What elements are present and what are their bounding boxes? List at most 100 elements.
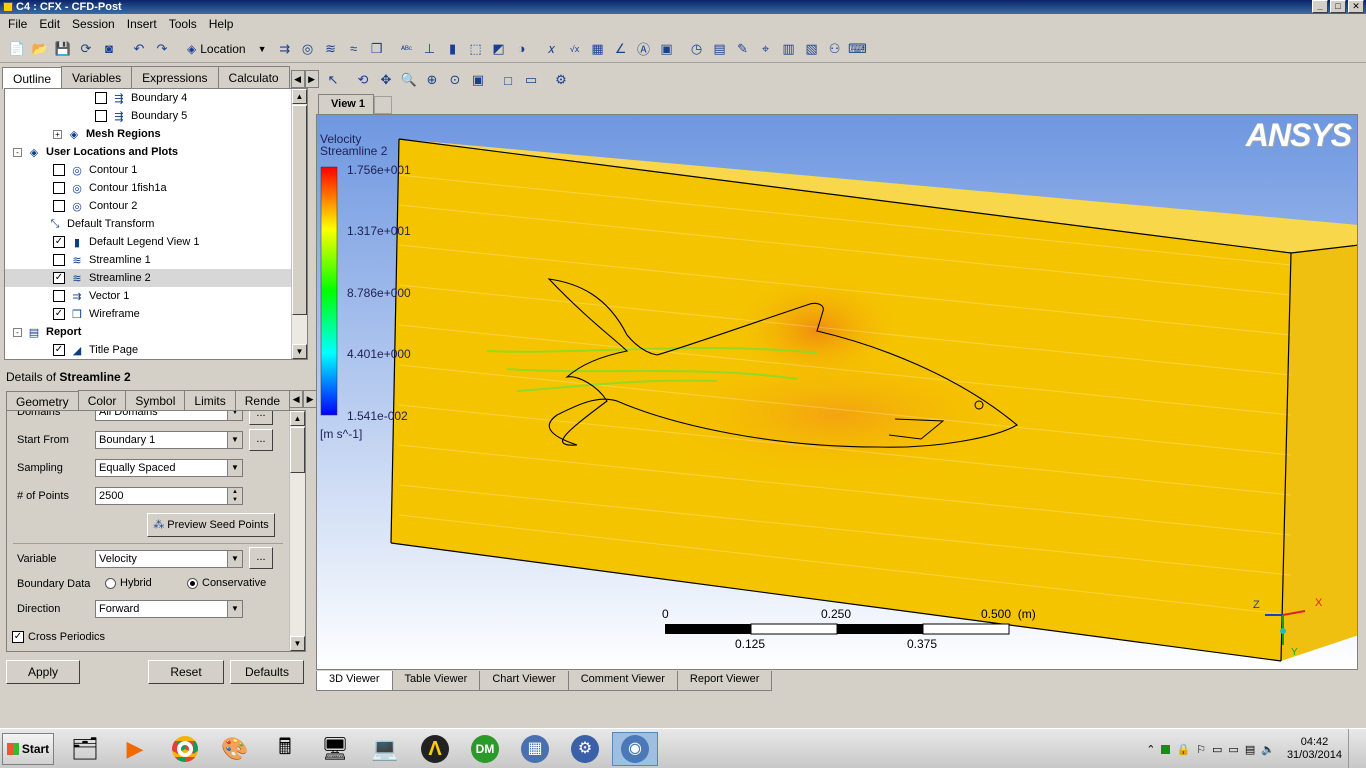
instance-transform-icon[interactable]: ⬚ [465, 38, 487, 60]
checkbox-icon[interactable] [53, 200, 65, 212]
taskbar-designmodeler[interactable]: DM [462, 732, 508, 766]
tree-item-mesh-regions[interactable]: + ◈ Mesh Regions [5, 125, 292, 143]
reset-button[interactable]: Reset [148, 660, 224, 684]
color-map-icon[interactable]: ◑ [511, 38, 533, 60]
timestep-icon[interactable]: ◷ [686, 38, 708, 60]
display-icon[interactable]: ▭ [1228, 743, 1238, 756]
taskbar-remote-desktop[interactable]: 🖥 [312, 732, 358, 766]
tree-item-default-transform[interactable]: ⤡ Default Transform [5, 215, 292, 233]
tab-comment-viewer[interactable]: Comment Viewer [567, 671, 678, 691]
3d-viewport[interactable]: Velocity Streamline 2 1.756e+001 1.317e+… [316, 114, 1358, 670]
clip-plane-icon[interactable]: ◩ [488, 38, 510, 60]
domains-dropdown[interactable]: All Domains ▼ [95, 411, 243, 421]
taskbar-network[interactable]: 💻 [362, 732, 408, 766]
cross-periodics-checkbox[interactable]: ✓ Cross Periodics [12, 631, 105, 643]
show-desktop-button[interactable] [1348, 729, 1358, 768]
mesh-calculator-icon[interactable]: ⚇ [824, 38, 846, 60]
menu-help[interactable]: Help [203, 17, 240, 31]
expand-icon[interactable]: + [53, 129, 62, 139]
tree-item-boundary-5[interactable]: ⇶ Boundary 5 [5, 107, 292, 125]
checkbox-checked-icon[interactable]: ✓ [53, 272, 65, 284]
tree-item-user-locations-and-plots[interactable]: - ◈ User Locations and Plots [5, 143, 292, 161]
variable-dropdown[interactable]: Velocity ▼ [95, 550, 243, 568]
pan-icon[interactable]: ✥ [375, 69, 397, 91]
legend-tool-icon[interactable]: ▮ [442, 38, 464, 60]
taskbar-calculator[interactable]: 🖩 [262, 732, 308, 766]
comment-icon[interactable]: Ⓐ [633, 38, 655, 60]
sampling-dropdown[interactable]: Equally Spaced ▼ [95, 459, 243, 477]
domains-more-button[interactable]: ... [249, 411, 273, 425]
start-from-more-button[interactable]: ... [249, 429, 273, 451]
tree-item-streamline-1[interactable]: ≋ Streamline 1 [5, 251, 292, 269]
security-icon[interactable]: 🔒 [1176, 743, 1190, 756]
details-tab-right-icon[interactable]: ▶ [303, 390, 318, 408]
show-hidden-icons[interactable]: ⌃ [1146, 743, 1155, 756]
menu-file[interactable]: File [2, 17, 33, 31]
start-from-dropdown[interactable]: Boundary 1 ▼ [95, 431, 243, 449]
command-editor-icon[interactable]: ⌨ [847, 38, 869, 60]
menu-insert[interactable]: Insert [121, 17, 163, 31]
particle-track-icon[interactable]: ≈ [343, 38, 365, 60]
contour-tool-icon[interactable]: ◎ [297, 38, 319, 60]
maximize-button[interactable]: □ [1330, 0, 1346, 13]
taskbar-media-player[interactable]: ▶ [112, 732, 158, 766]
taskbar-cfx-solver[interactable]: ⚙ [562, 732, 608, 766]
checkbox-icon[interactable] [53, 254, 65, 266]
tree-item-vector-1[interactable]: ⇉ Vector 1 [5, 287, 292, 305]
details-scrollbar[interactable]: ▲ ▼ [289, 411, 305, 651]
taskbar-cfd-post[interactable]: ◉ [612, 732, 658, 766]
tree-item-wireframe[interactable]: ✓ ❒ Wireframe [5, 305, 292, 323]
viewport-layout-icon[interactable]: □ [497, 69, 519, 91]
probe-icon[interactable]: ⌖ [755, 38, 777, 60]
tree-item-streamline-2[interactable]: ✓ ≋ Streamline 2 [5, 269, 292, 287]
location-dropdown[interactable]: ◈ Location ▼ [181, 38, 273, 60]
undo-icon[interactable]: ↶ [128, 38, 150, 60]
close-button[interactable]: ✕ [1348, 0, 1364, 13]
tab-view-1[interactable]: View 1 [318, 94, 374, 114]
tab-3d-viewer[interactable]: 3D Viewer [316, 671, 393, 691]
save-icon[interactable]: 💾 [52, 38, 74, 60]
new-icon[interactable]: 📄 [6, 38, 28, 60]
tree-item-report[interactable]: - ▤ Report [5, 323, 292, 341]
zoom-fit-icon[interactable]: ⊙ [444, 69, 466, 91]
defaults-button[interactable]: Defaults [230, 660, 304, 684]
taskbar-ansys-workbench[interactable]: Λ [412, 732, 458, 766]
tab-color[interactable]: Color [77, 390, 127, 410]
tab-table-viewer[interactable]: Table Viewer [391, 671, 481, 691]
snapshot-icon[interactable]: ◙ [98, 38, 120, 60]
checkbox-checked-icon[interactable]: ✓ [53, 236, 65, 248]
taskbar-chrome[interactable] [162, 732, 208, 766]
tab-limits[interactable]: Limits [184, 390, 236, 410]
vector-tool-icon[interactable]: ⇉ [274, 38, 296, 60]
tab-variables[interactable]: Variables [61, 66, 133, 88]
conservative-radio[interactable]: Conservative [187, 577, 266, 589]
viewer-options-icon[interactable]: ⚙ [550, 69, 572, 91]
scroll-down-icon[interactable]: ▼ [290, 636, 305, 651]
variable-icon[interactable]: 𝑥 [541, 38, 563, 60]
quick-editor-icon[interactable]: ✎ [732, 38, 754, 60]
scroll-up-icon[interactable]: ▲ [290, 411, 305, 426]
spin-down-icon[interactable]: ▼ [227, 496, 242, 504]
network-tray-icon[interactable]: ▤ [1245, 743, 1255, 756]
viewport-dropdown-icon[interactable]: ▭ [520, 69, 542, 91]
hybrid-radio[interactable]: Hybrid [105, 577, 152, 589]
green-status-icon[interactable] [1161, 744, 1171, 754]
tree-item-contour-2[interactable]: ◎ Contour 2 [5, 197, 292, 215]
menu-tools[interactable]: Tools [163, 17, 203, 31]
action-center-icon[interactable]: ⚐ [1196, 743, 1206, 756]
macro-calculator-icon[interactable]: ▧ [801, 38, 823, 60]
start-button[interactable]: Start [2, 733, 54, 765]
tab-calculators[interactable]: Calculato [217, 66, 290, 88]
open-icon[interactable]: 📂 [29, 38, 51, 60]
checkbox-icon[interactable] [53, 164, 65, 176]
scroll-down-icon[interactable]: ▼ [292, 344, 307, 359]
minimize-button[interactable]: _ [1312, 0, 1328, 13]
tab-scroll-left-icon[interactable]: ◀ [290, 70, 305, 88]
variable-more-button[interactable]: ... [249, 547, 273, 569]
tab-geometry[interactable]: Geometry [6, 391, 79, 411]
tab-symbol[interactable]: Symbol [125, 390, 186, 410]
checkbox-icon[interactable] [53, 290, 65, 302]
tree-item-boundary-4[interactable]: ⇶ Boundary 4 [5, 89, 292, 107]
scroll-thumb[interactable] [290, 427, 305, 473]
direction-dropdown[interactable]: Forward ▼ [95, 600, 243, 618]
